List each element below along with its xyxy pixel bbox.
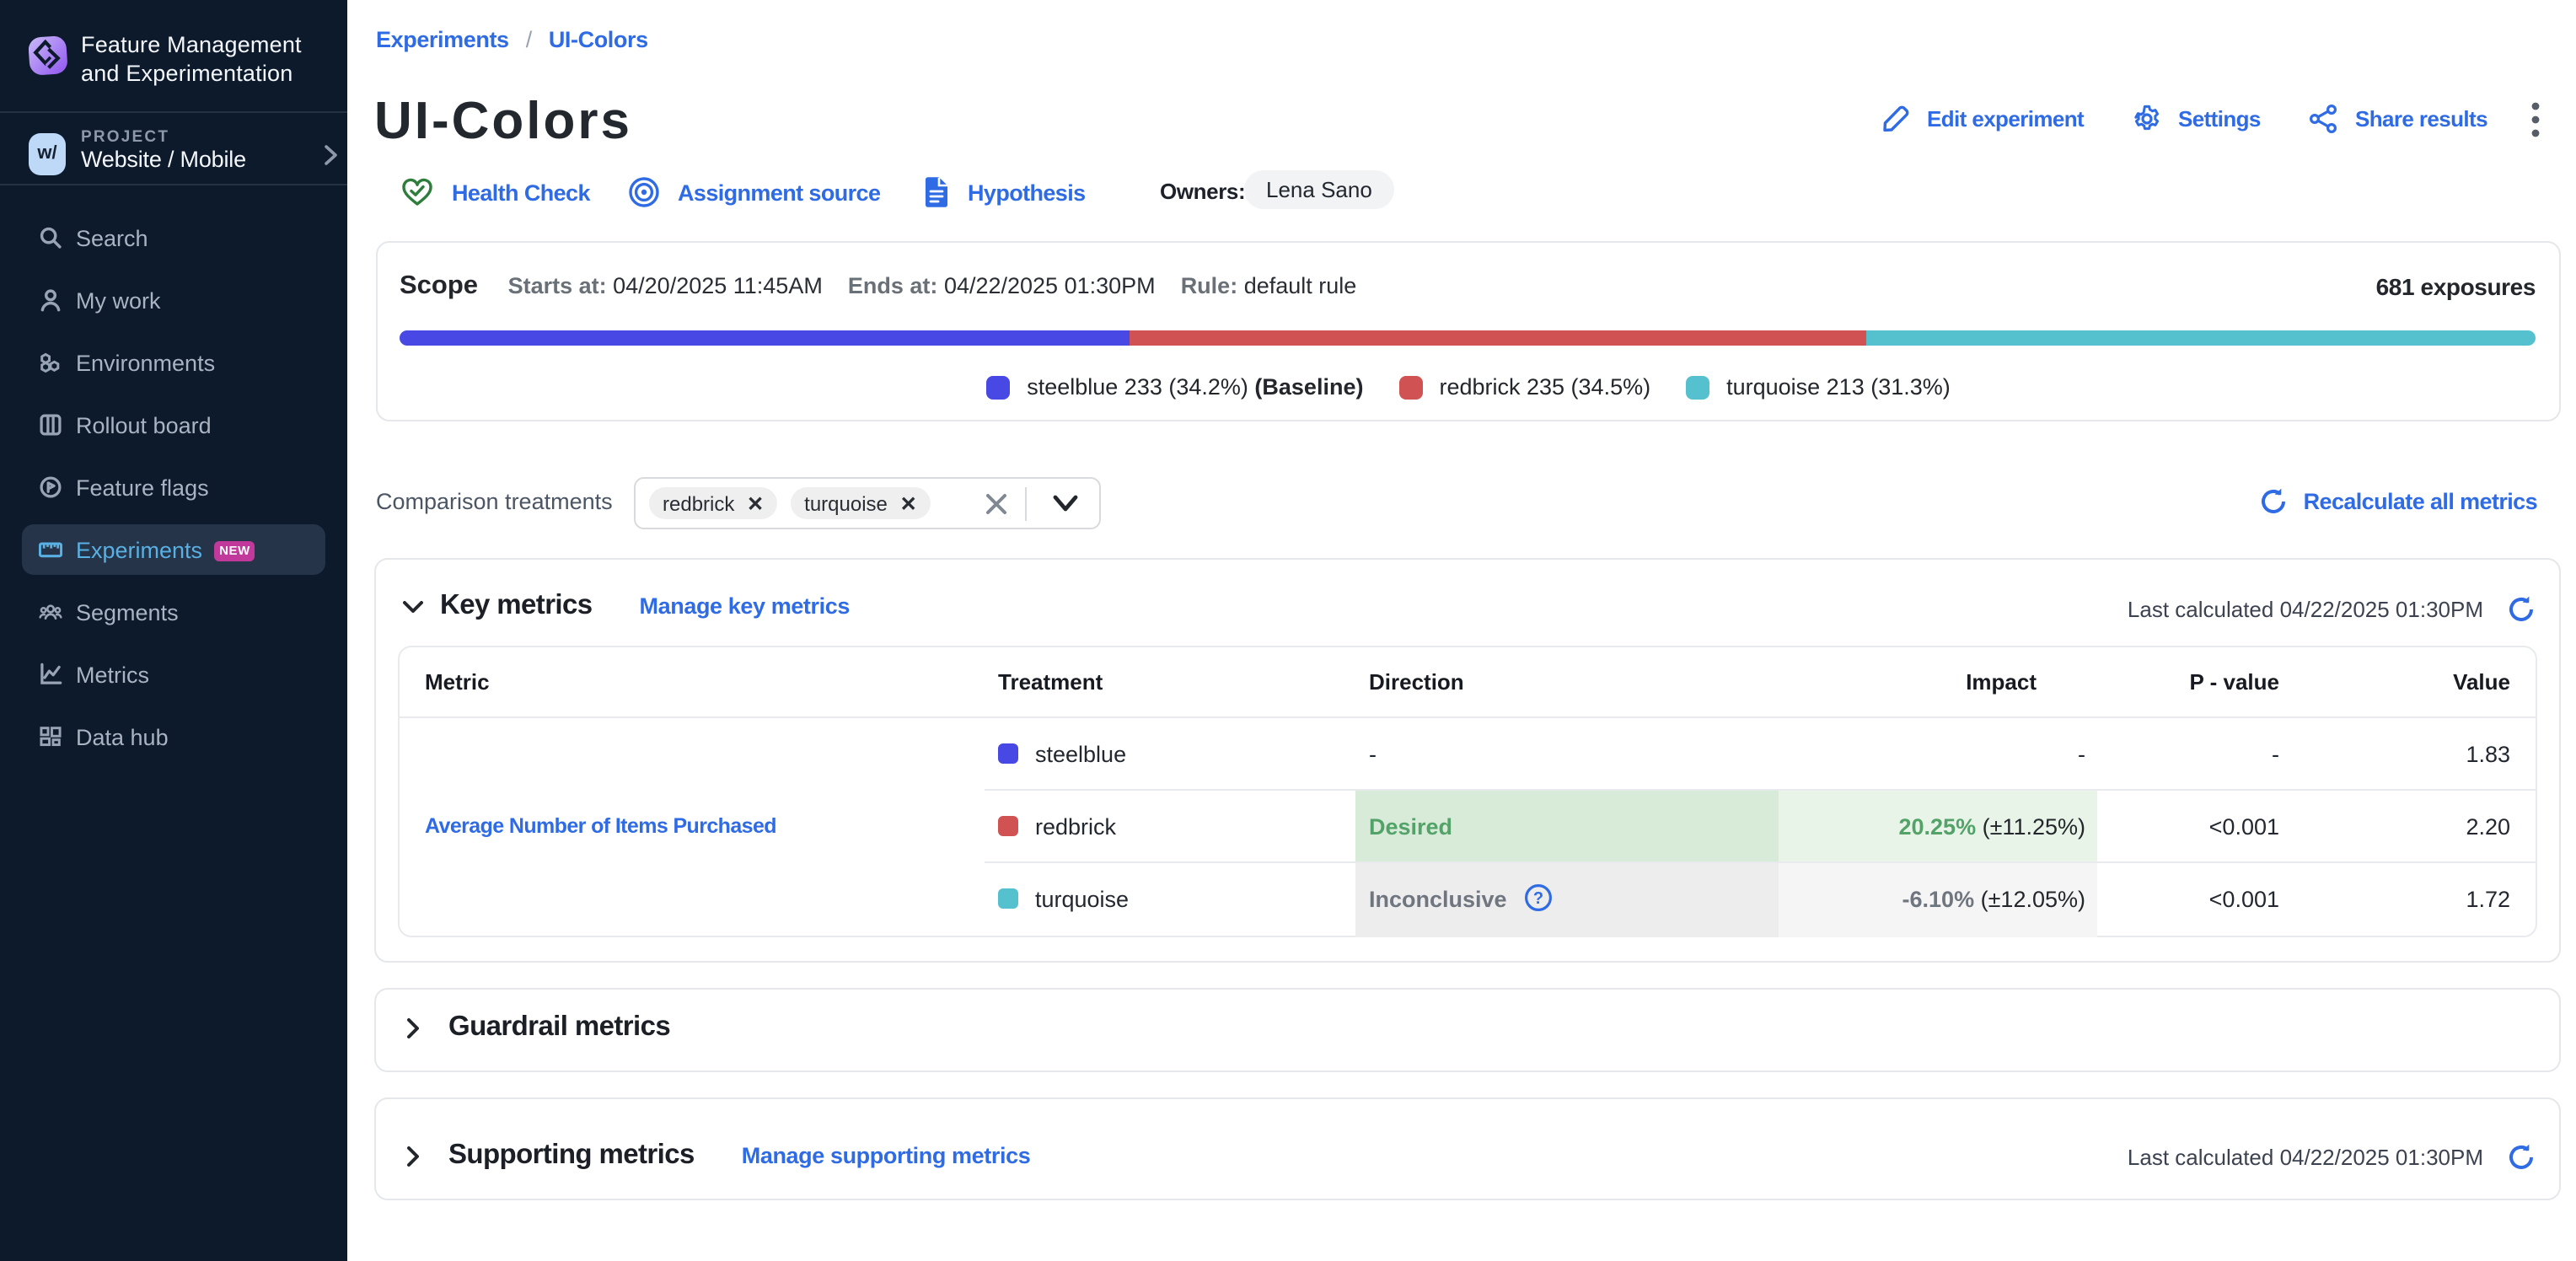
svg-text:?: ? [1532, 889, 1543, 908]
